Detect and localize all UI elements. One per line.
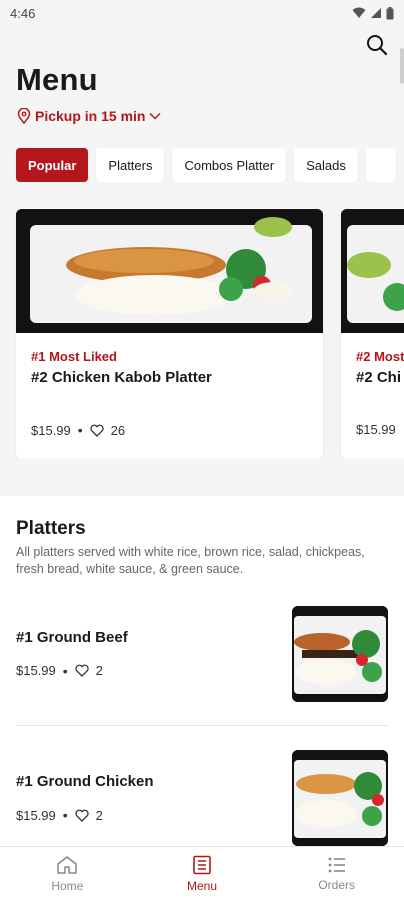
item-thumbnail bbox=[292, 605, 388, 702]
tab-home[interactable]: Home bbox=[0, 847, 135, 900]
location-pin-icon bbox=[17, 108, 31, 124]
like-count: 2 bbox=[95, 663, 103, 678]
chip-more[interactable] bbox=[365, 148, 396, 182]
item-name: #2 Chi bbox=[356, 369, 402, 386]
separator-dot: • bbox=[77, 422, 83, 438]
list-icon bbox=[328, 857, 345, 872]
item-thumbnail bbox=[292, 750, 388, 846]
item-price: $15.99 bbox=[356, 422, 396, 437]
item-meta: $15.99 • 26 bbox=[31, 422, 308, 438]
item-name: #1 Ground Chicken bbox=[16, 773, 154, 790]
menu-book-icon bbox=[193, 855, 211, 874]
search-button[interactable] bbox=[364, 32, 390, 58]
item-name: #1 Ground Beef bbox=[16, 628, 128, 646]
chip-salads[interactable]: Salads bbox=[294, 148, 358, 182]
signal-icon bbox=[371, 8, 381, 18]
section-title: Platters bbox=[16, 518, 86, 539]
separator-dot: • bbox=[62, 807, 68, 823]
item-price: $15.99 bbox=[16, 807, 56, 823]
item-meta: $15.99 bbox=[356, 422, 404, 437]
item-meta: $15.99 • 2 bbox=[16, 807, 154, 823]
chip-combos-platter[interactable]: Combos Platter bbox=[172, 148, 287, 182]
status-icons bbox=[352, 6, 394, 20]
home-icon bbox=[57, 855, 78, 874]
chip-popular[interactable]: Popular bbox=[16, 148, 89, 182]
wifi-icon bbox=[352, 7, 366, 18]
tab-label: Home bbox=[51, 878, 84, 893]
featured-carousel: #1 Most Liked #2 Chicken Kabob Platter $… bbox=[0, 209, 404, 459]
rank-label: #2 Most bbox=[356, 349, 404, 364]
tab-label: Menu bbox=[186, 878, 218, 893]
separator-dot: • bbox=[62, 662, 68, 679]
chip-platters[interactable]: Platters bbox=[96, 148, 165, 182]
platters-section: Platters All platters served with white … bbox=[0, 496, 404, 846]
tab-orders[interactable]: Orders bbox=[269, 847, 404, 900]
battery-icon bbox=[386, 6, 394, 19]
like-count: 26 bbox=[110, 422, 126, 438]
page-title: Menu bbox=[16, 62, 98, 97]
item-meta: $15.99 • 2 bbox=[16, 663, 128, 679]
section-description: All platters served with white rice, bro… bbox=[16, 545, 365, 576]
like-count: 2 bbox=[95, 807, 103, 823]
featured-card[interactable]: #2 Most #2 Chi $15.99 bbox=[341, 209, 404, 459]
pickup-selector[interactable]: Pickup in 15 min bbox=[0, 108, 404, 124]
status-bar: 4:46 bbox=[0, 0, 404, 26]
item-price: $15.99 bbox=[31, 422, 71, 438]
item-price: $15.99 bbox=[16, 663, 56, 678]
list-item[interactable]: #1 Ground Beef $15.99 • 2 bbox=[16, 582, 388, 726]
pickup-label: Pickup in 15 min bbox=[35, 108, 146, 124]
rank-label: #1 Most Liked bbox=[31, 349, 117, 364]
edge-handle bbox=[400, 48, 404, 84]
bottom-tab-bar: Home Menu Orders bbox=[0, 846, 404, 900]
tab-menu[interactable]: Menu bbox=[135, 847, 270, 900]
category-tabs: Popular Platters Combos Platter Salads bbox=[0, 148, 404, 182]
heart-icon bbox=[75, 809, 89, 822]
food-image bbox=[16, 209, 323, 333]
item-name: #2 Chicken Kabob Platter bbox=[31, 369, 212, 386]
tab-label: Orders bbox=[318, 877, 356, 892]
status-time: 4:46 bbox=[10, 5, 36, 21]
featured-card[interactable]: #1 Most Liked #2 Chicken Kabob Platter $… bbox=[16, 209, 323, 459]
chevron-down-icon bbox=[149, 112, 162, 120]
food-image bbox=[341, 209, 404, 333]
heart-icon bbox=[75, 664, 89, 677]
heart-icon bbox=[90, 424, 104, 437]
top-bar bbox=[0, 26, 404, 84]
search-icon bbox=[367, 35, 388, 56]
